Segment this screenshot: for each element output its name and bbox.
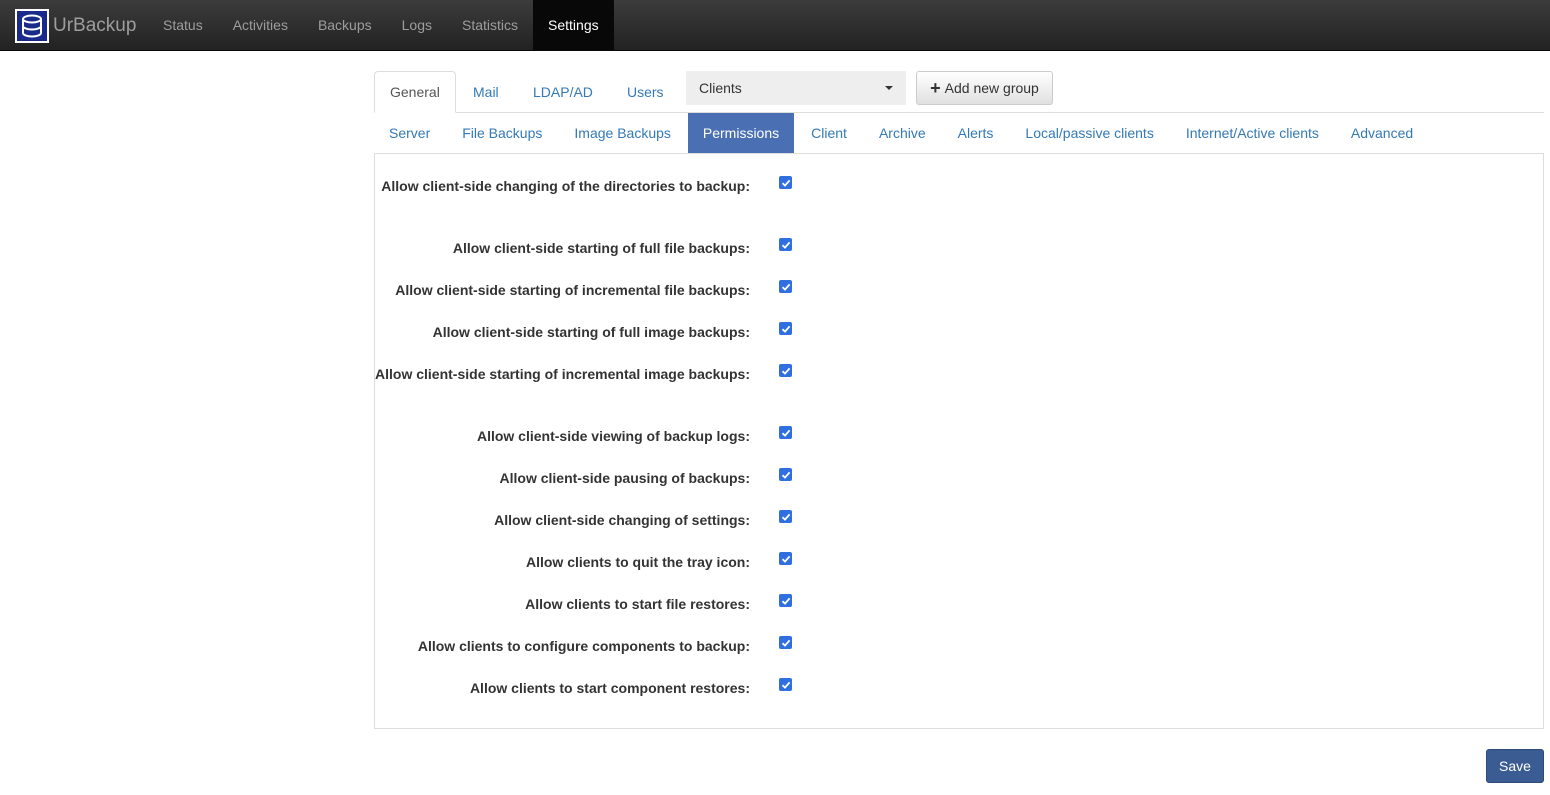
checkmark-icon [781,597,790,605]
permission-checkbox[interactable] [779,280,792,293]
caret-down-icon [885,86,893,90]
subtab-advanced[interactable]: Advanced [1336,113,1428,153]
checkmark-icon [781,325,790,333]
permission-checkbox[interactable] [779,510,792,523]
permission-label: Allow client-side starting of full image… [432,324,750,340]
nav-statistics[interactable]: Statistics [447,0,533,51]
permission-label: Allow client-side changing of settings: [494,512,750,528]
subtab-internet-active-clients[interactable]: Internet/Active clients [1171,113,1334,153]
checkmark-icon [781,555,790,563]
checkmark-icon [781,179,790,187]
nav-logs[interactable]: Logs [387,0,447,51]
permission-label: Allow clients to configure components to… [417,638,750,654]
subtab-permissions[interactable]: Permissions [687,113,795,153]
tab-ldap-ad[interactable]: LDAP/AD [518,71,608,113]
permission-checkbox[interactable] [779,322,792,335]
tab-general[interactable]: General [374,71,456,113]
tab-users[interactable]: Users [612,71,679,113]
nav-backups[interactable]: Backups [303,0,387,51]
permission-checkbox[interactable] [779,552,792,565]
nav-settings[interactable]: Settings [533,0,614,51]
permission-label: Allow clients to start component restore… [469,680,750,696]
permission-checkbox[interactable] [779,426,792,439]
nav-activities[interactable]: Activities [218,0,303,51]
permission-label: Allow client-side starting of full file … [452,240,750,256]
subtab-client[interactable]: Client [796,113,862,153]
permission-checkbox[interactable] [779,594,792,607]
permission-label: Allow client-side changing of the direct… [381,178,750,194]
brand-name: UrBackup [53,15,137,36]
brand[interactable]: UrBackup [15,7,136,45]
permission-checkbox[interactable] [779,468,792,481]
subtab-file-backups[interactable]: File Backups [447,113,557,153]
checkmark-icon [781,681,790,689]
checkmark-icon [781,283,790,291]
permission-checkbox[interactable] [779,176,792,189]
group-select[interactable]: Clients [686,71,906,105]
permission-checkbox[interactable] [779,678,792,691]
checkmark-icon [781,513,790,521]
subtab-server[interactable]: Server [374,113,445,153]
permissions-panel: Allow client-side changing of the direct… [374,153,1544,729]
permission-label: Allow client-side viewing of backup logs… [476,428,750,444]
subtab-image-backups[interactable]: Image Backups [559,113,686,153]
permission-label: Allow client-side starting of incrementa… [395,282,750,298]
add-new-group-label: Add new group [944,80,1039,96]
settings-subtabs: Server File Backups Image Backups Permis… [374,113,1430,153]
checkmark-icon [781,241,790,249]
add-new-group-button[interactable]: + Add new group [916,71,1053,105]
subtab-alerts[interactable]: Alerts [943,113,1009,153]
settings-tabs: General Mail LDAP/AD Users Clients + Add… [374,71,1544,113]
checkmark-icon [781,639,790,647]
permission-checkbox[interactable] [779,238,792,251]
permission-label: Allow client-side pausing of backups: [499,470,750,486]
top-navbar: UrBackup Status Activities Backups Logs … [0,0,1550,51]
plus-icon: + [930,78,941,98]
subtab-local-passive-clients[interactable]: Local/passive clients [1010,113,1168,153]
subtab-archive[interactable]: Archive [864,113,941,153]
permission-checkbox[interactable] [779,636,792,649]
checkmark-icon [781,367,790,375]
group-select-value: Clients [699,80,742,96]
nav-status[interactable]: Status [148,0,218,51]
database-icon [15,9,49,43]
permission-label: Allow clients to start file restores: [525,596,750,612]
permission-checkbox[interactable] [779,364,792,377]
permission-label: Allow clients to quit the tray icon: [525,554,750,570]
checkmark-icon [781,471,790,479]
permission-label: Allow client-side starting of incrementa… [375,366,750,382]
checkmark-icon [781,429,790,437]
save-button[interactable]: Save [1486,749,1544,783]
tab-mail[interactable]: Mail [458,71,514,113]
